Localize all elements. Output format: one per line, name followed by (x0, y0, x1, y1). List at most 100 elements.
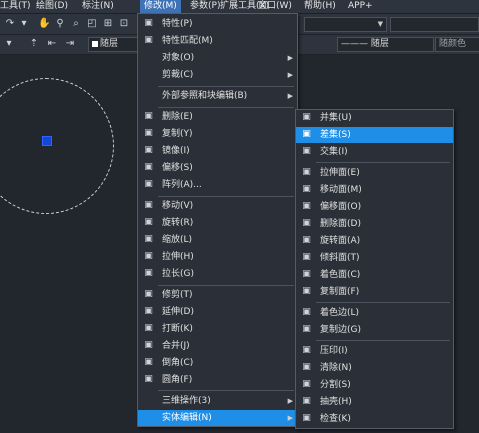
menu-item-label: 三维操作(3) (162, 396, 211, 406)
style-combo[interactable]: ▼ (304, 17, 387, 32)
modify-menu-item[interactable]: 三维操作(3) ▶ (138, 393, 297, 409)
clean-icon: ▣ (302, 362, 311, 372)
solid-edit-item[interactable]: ▣ 交集(I) (296, 144, 453, 160)
modify-menu-item[interactable]: ▣ 复制(Y) (138, 126, 297, 142)
menu-item-label: 打断(K) (162, 324, 193, 334)
modify-menu-item[interactable]: ▣ 拉长(G) (138, 266, 297, 282)
modify-menu-item[interactable]: ▣ 移动(V) (138, 198, 297, 214)
pan-icon[interactable]: ✋ (38, 18, 50, 30)
menu-item-label: 阵列(A)... (162, 180, 202, 190)
modify-menu-item[interactable]: ▣ 圆角(F) (138, 372, 297, 388)
solid-edit-item[interactable]: ▣ 着色边(L) (296, 305, 453, 321)
move-faces-icon: ▣ (302, 184, 311, 194)
menu-dimension[interactable]: 标注(N) (82, 0, 114, 13)
layer-iso-icon[interactable]: ⇥ (64, 38, 76, 50)
submenu-arrow-icon: ▶ (287, 54, 293, 62)
menu-item-label: 复制(Y) (162, 129, 193, 139)
center-grip[interactable] (42, 136, 52, 146)
modify-menu-item[interactable]: ▣ 阵列(A)... (138, 177, 297, 193)
menu-item-label: 拉伸面(E) (320, 168, 360, 178)
zoom-realtime-icon[interactable]: ⚲ (54, 18, 66, 30)
imprint-icon: ▣ (302, 345, 311, 355)
menu-modify[interactable]: 修改(M) (140, 0, 181, 13)
solid-edit-item[interactable]: ▣ 偏移面(O) (296, 199, 453, 215)
solid-edit-item[interactable]: ▣ 拉伸面(E) (296, 165, 453, 181)
modify-menu-item[interactable]: ▣ 删除(E) (138, 109, 297, 125)
plotstyle-combo[interactable]: 随颜色 (435, 37, 479, 52)
solid-edit-item[interactable]: ▣ 着色面(C) (296, 267, 453, 283)
dropdown-arrow-icon[interactable]: ▾ (18, 18, 30, 30)
menu-window[interactable]: 窗口(W) (258, 0, 292, 13)
menu-parametric[interactable]: 参数(P) (190, 0, 220, 13)
taper-faces-icon: ▣ (302, 252, 311, 262)
menu-item-label: 倒角(C) (162, 358, 194, 368)
layer-color-swatch (92, 40, 98, 47)
modify-menu-item[interactable]: 实体编辑(N) ▶ (138, 410, 297, 426)
menu-item-label: 删除(E) (162, 112, 193, 122)
modify-menu-item[interactable]: ▣ 特性匹配(M) (138, 33, 297, 49)
modify-menu-item[interactable]: ▣ 延伸(D) (138, 304, 297, 320)
trim-icon: ▣ (144, 289, 153, 299)
redo-icon[interactable]: ↷ (4, 18, 16, 30)
linetype-combo[interactable]: ——— 随层 (337, 37, 434, 52)
solid-edit-item[interactable]: ▣ 旋转面(A) (296, 233, 453, 249)
move-icon: ▣ (144, 200, 153, 210)
solid-edit-item[interactable]: ▣ 删除面(D) (296, 216, 453, 232)
menu-item-label: 合并(J) (162, 341, 190, 351)
menu-separator (316, 302, 450, 303)
menu-item-label: 拉长(G) (162, 269, 194, 279)
solid-edit-item[interactable]: ▣ 检查(K) (296, 411, 453, 427)
modify-menu-item[interactable]: ▣ 偏移(S) (138, 160, 297, 176)
rotate-faces-icon: ▣ (302, 235, 311, 245)
solid-edit-item[interactable]: ▣ 差集(S) (296, 127, 453, 143)
solid-edit-item[interactable]: ▣ 复制边(G) (296, 322, 453, 338)
modify-menu-item[interactable]: ▣ 修剪(T) (138, 287, 297, 303)
submenu-arrow-icon: ▶ (287, 397, 293, 405)
modify-menu-item[interactable]: ▣ 镜像(I) (138, 143, 297, 159)
zoom-previous-icon[interactable]: ◰ (86, 18, 98, 30)
zoom-window-icon[interactable]: ⌕ (70, 18, 82, 30)
solid-edit-item[interactable]: ▣ 移动面(M) (296, 182, 453, 198)
menu-item-label: 分割(S) (320, 380, 351, 390)
layer-previous-icon[interactable]: ⇡ (28, 38, 40, 50)
menu-item-label: 特性匹配(M) (162, 36, 213, 46)
menu-item-label: 偏移(S) (162, 163, 193, 173)
modify-menu-item[interactable]: ▣ 特性(P) (138, 16, 297, 32)
erase-icon: ▣ (144, 111, 153, 121)
modify-menu: ▣ 特性(P) ▣ 特性匹配(M) 对象(O) ▶ 剪裁(C) ▶ 外部参照和块编辑(B) ▶ ▣ 删… (137, 13, 298, 427)
solid-edit-item[interactable]: ▣ 压印(I) (296, 343, 453, 359)
menu-app-plus[interactable]: APP+ (348, 0, 373, 13)
modify-menu-item[interactable]: ▣ 旋转(R) (138, 215, 297, 231)
zoom-extents-icon[interactable]: ⊞ (102, 18, 114, 30)
solid-edit-item[interactable]: ▣ 倾斜面(T) (296, 250, 453, 266)
menu-separator (158, 390, 294, 391)
zoom-all-icon[interactable]: ⊡ (118, 18, 130, 30)
layer-states-icon[interactable]: ⇤ (46, 38, 58, 50)
modify-menu-item[interactable]: 剪裁(C) ▶ (138, 67, 297, 83)
modify-menu-item[interactable]: ▣ 合并(J) (138, 338, 297, 354)
scale-icon: ▣ (144, 234, 153, 244)
menu-draw[interactable]: 绘图(D) (36, 0, 68, 13)
solid-edit-item[interactable]: ▣ 复制面(F) (296, 284, 453, 300)
solid-edit-item[interactable]: ▣ 分割(S) (296, 377, 453, 393)
menu-item-label: 旋转(R) (162, 218, 194, 228)
solid-editing-submenu: ▣ 并集(U) ▣ 差集(S) ▣ 交集(I) ▣ 拉伸面(E) ▣ 移动面(M) ▣ 偏移面(O) ▣… (295, 109, 454, 429)
modify-menu-item[interactable]: 外部参照和块编辑(B) ▶ (138, 88, 297, 104)
modify-menu-item[interactable]: ▣ 倒角(C) (138, 355, 297, 371)
chevron-down-icon[interactable]: ▾ (3, 38, 15, 50)
menu-tools[interactable]: 工具(T) (0, 0, 31, 13)
menu-item-label: 删除面(D) (320, 219, 361, 229)
modify-menu-item[interactable]: ▣ 缩放(L) (138, 232, 297, 248)
solid-edit-item[interactable]: ▣ 清除(N) (296, 360, 453, 376)
menu-item-label: 特性(P) (162, 19, 193, 29)
style-combo-2[interactable] (390, 17, 479, 32)
layer-combo[interactable]: 随层 (88, 37, 139, 52)
modify-menu-item[interactable]: ▣ 拉伸(H) (138, 249, 297, 265)
modify-menu-item[interactable]: ▣ 打断(K) (138, 321, 297, 337)
solid-edit-item[interactable]: ▣ 抽壳(H) (296, 394, 453, 410)
mirror-icon: ▣ (144, 145, 153, 155)
solid-edit-item[interactable]: ▣ 并集(U) (296, 110, 453, 126)
blank-icon (143, 69, 154, 80)
modify-menu-item[interactable]: 对象(O) ▶ (138, 50, 297, 66)
menu-help[interactable]: 帮助(H) (304, 0, 336, 13)
